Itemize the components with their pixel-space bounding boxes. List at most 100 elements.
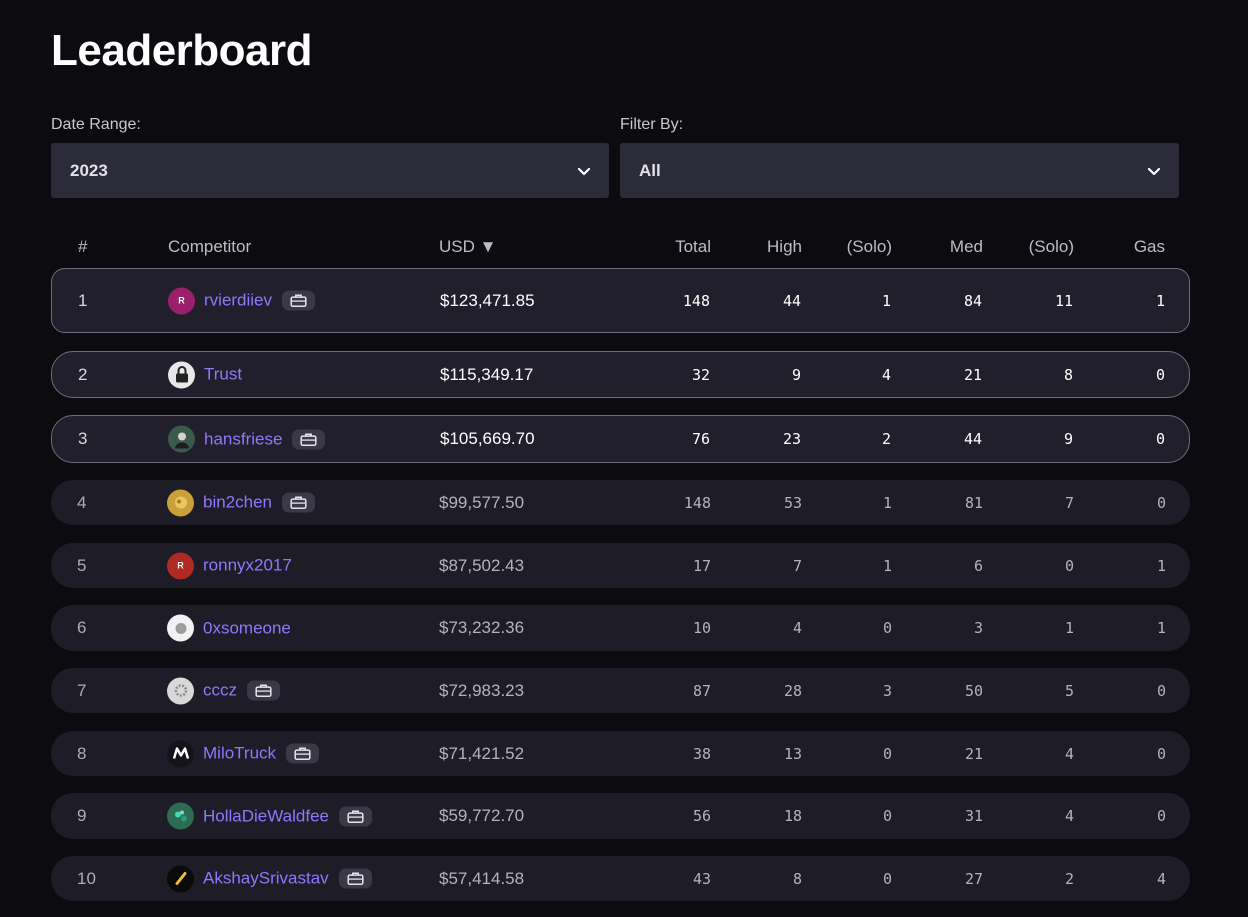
med-solo-cell: 11: [1054, 291, 1073, 310]
table-header: # Competitor USD ▼ Total High (Solo) Med…: [51, 236, 1190, 260]
filter-by-select[interactable]: All: [620, 143, 1179, 198]
total-cell: 38: [692, 744, 711, 763]
competitor-name-link[interactable]: MiloTruck: [203, 744, 276, 764]
table-row[interactable]: 2 Trust $115,349.17 32 9 4 21 8 0: [51, 351, 1190, 398]
person-avatar[interactable]: [168, 425, 195, 453]
blob-avatar[interactable]: [167, 614, 194, 642]
total-cell: 148: [682, 291, 710, 310]
competitor-cell: cccz: [167, 677, 280, 704]
high-cell: 13: [783, 744, 802, 763]
leaderboard-page: Leaderboard Date Range: 2023 Filter By: …: [0, 0, 1248, 917]
team-badge[interactable]: [338, 806, 372, 826]
briefcase-icon: [290, 294, 307, 308]
team-badge[interactable]: [282, 492, 316, 513]
high-solo-cell: 1: [882, 556, 892, 575]
col-competitor-header[interactable]: Competitor: [168, 237, 251, 257]
med-solo-cell: 7: [1064, 493, 1074, 512]
competitor-cell: bin2chen: [167, 489, 316, 516]
col-high-solo-header[interactable]: (Solo): [847, 237, 892, 257]
table-row[interactable]: 10 AkshaySrivastav $57,414.58 43 8 0 27 2 4: [51, 856, 1190, 901]
table-row[interactable]: 8 MiloTruck $71,421.52 38 13 0 21 4 0: [51, 731, 1190, 776]
avatar-letter: R: [178, 295, 185, 306]
col-med-solo-header[interactable]: (Solo): [1029, 237, 1074, 257]
forest-avatar[interactable]: [167, 802, 194, 830]
pen-avatar[interactable]: [167, 865, 194, 892]
gear-avatar[interactable]: [167, 677, 194, 704]
col-usd-header[interactable]: USD ▼: [439, 237, 496, 257]
competitor-name-link[interactable]: Trust: [204, 365, 242, 385]
table-row[interactable]: 1 Rrvierdiiev $123,471.85 148 44 1 84 11 1: [51, 268, 1190, 333]
med-solo-cell: 8: [1063, 365, 1073, 384]
team-badge[interactable]: [282, 290, 316, 311]
gas-cell: 1: [1156, 556, 1166, 575]
rank-cell: 5: [77, 555, 87, 575]
high-cell: 28: [783, 681, 802, 700]
letter-avatar[interactable]: R: [167, 552, 194, 579]
team-badge[interactable]: [338, 868, 372, 889]
usd-cell: $71,421.52: [439, 743, 525, 763]
briefcase-icon: [290, 496, 307, 510]
filter-by-value: All: [639, 160, 661, 180]
m-logo-avatar[interactable]: [167, 740, 194, 767]
padlock-avatar[interactable]: [168, 361, 195, 388]
page-title: Leaderboard: [51, 26, 313, 75]
competitor-name-link[interactable]: ronnyx2017: [203, 556, 292, 576]
table-row[interactable]: 7 cccz $72,983.23 87 28 3 50 5 0: [51, 668, 1190, 713]
competitor-name-link[interactable]: AkshaySrivastav: [203, 869, 329, 889]
date-range-label: Date Range:: [51, 116, 141, 133]
letter-avatar[interactable]: R: [168, 287, 195, 314]
competitor-name-link[interactable]: bin2chen: [203, 493, 272, 513]
competitor-name-link[interactable]: HollaDieWaldfee: [203, 806, 329, 826]
total-cell: 148: [683, 493, 711, 512]
competitor-name-link[interactable]: cccz: [203, 681, 237, 701]
table-row[interactable]: 5 Rronnyx2017 $87,502.43 17 7 1 6 0 1: [51, 543, 1190, 588]
briefcase-icon: [294, 747, 311, 761]
med-solo-cell: 4: [1064, 744, 1074, 763]
gas-cell: 0: [1156, 681, 1166, 700]
gas-cell: 0: [1155, 430, 1165, 448]
med-cell: 81: [964, 493, 983, 512]
competitor-cell: hansfriese: [168, 425, 326, 453]
high-solo-cell: 1: [881, 291, 891, 310]
col-med-header[interactable]: Med: [950, 237, 983, 257]
high-solo-cell: 4: [881, 365, 891, 384]
gold-avatar[interactable]: [167, 489, 194, 516]
competitor-name-link[interactable]: rvierdiiev: [204, 291, 272, 311]
avatar-letter: R: [177, 560, 184, 571]
team-badge[interactable]: [286, 743, 320, 764]
high-solo-cell: 1: [882, 493, 892, 512]
usd-cell: $59,772.70: [439, 806, 525, 825]
date-range-select[interactable]: 2023: [51, 143, 609, 198]
col-high-header[interactable]: High: [767, 237, 802, 257]
table-row[interactable]: 3 hansfriese $105,669.70 76 23 2 44 9 0: [51, 415, 1190, 463]
rank-cell: 6: [77, 618, 87, 637]
competitor-name-link[interactable]: 0xsomeone: [203, 618, 291, 638]
gas-cell: 0: [1155, 365, 1165, 384]
team-badge[interactable]: [292, 429, 326, 449]
table-row[interactable]: 4 bin2chen $99,577.50 148 53 1 81 7 0: [51, 480, 1190, 525]
table-row[interactable]: 9 HollaDieWaldfee $59,772.70 56 18 0 31 4 0: [51, 793, 1190, 839]
gas-cell: 1: [1155, 291, 1165, 310]
rank-cell: 9: [77, 806, 87, 825]
med-solo-cell: 2: [1064, 869, 1074, 888]
rank-cell: 4: [77, 492, 87, 512]
gas-cell: 0: [1156, 807, 1166, 825]
med-cell: 21: [964, 744, 983, 763]
team-badge[interactable]: [247, 680, 280, 701]
col-gas-header[interactable]: Gas: [1134, 237, 1165, 257]
med-solo-cell: 1: [1064, 619, 1074, 637]
total-cell: 17: [692, 556, 711, 575]
high-solo-cell: 3: [882, 681, 892, 700]
chevron-down-icon: [1147, 167, 1161, 175]
competitor-cell: Trust: [168, 361, 242, 388]
chevron-down-icon: [577, 167, 591, 175]
med-solo-cell: 4: [1064, 807, 1074, 825]
gas-cell: 1: [1156, 619, 1166, 637]
table-row[interactable]: 6 0xsomeone $73,232.36 10 4 0 3 1 1: [51, 605, 1190, 651]
med-cell: 6: [973, 556, 983, 575]
competitor-name-link[interactable]: hansfriese: [204, 429, 282, 449]
usd-cell: $73,232.36: [439, 618, 525, 637]
briefcase-icon: [347, 810, 364, 823]
high-cell: 7: [792, 556, 802, 575]
col-total-header[interactable]: Total: [675, 237, 711, 257]
